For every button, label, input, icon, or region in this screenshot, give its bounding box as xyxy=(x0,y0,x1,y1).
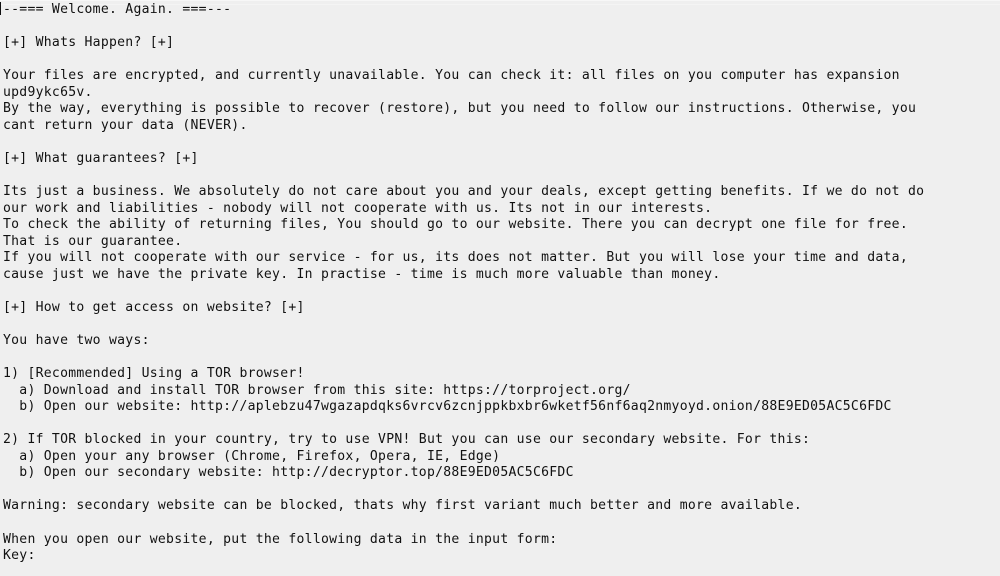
note-blank-line xyxy=(0,515,1000,532)
ransom-note-text[interactable]: --=== Welcome. Again. ===--- [+] Whats Ha… xyxy=(0,0,1000,565)
note-line: That is our guarantee. xyxy=(3,233,183,249)
note-line: upd9ykc65v. xyxy=(3,84,93,100)
note-line: To check the ability of returning files,… xyxy=(3,217,908,233)
note-blank-line xyxy=(0,416,1000,433)
note-line: a) Download and install TOR browser from… xyxy=(3,382,631,398)
note-line: Warning: secondary website can be blocke… xyxy=(3,498,803,514)
note-line: When you open our website, put the follo… xyxy=(3,531,558,547)
note-blank-line xyxy=(0,349,1000,366)
note-line: 1) [Recommended] Using a TOR browser! xyxy=(3,366,305,382)
note-blank-line xyxy=(0,19,1000,36)
note-line: b) Open our website: http://aplebzu47wga… xyxy=(3,399,892,415)
note-line: You have two ways: xyxy=(3,332,150,348)
note-line: [+] What guarantees? [+] xyxy=(3,150,199,166)
note-line: --=== Welcome. Again. ===--- xyxy=(0,2,1000,19)
note-line: cant return your data (NEVER). xyxy=(3,117,248,133)
note-line: Its just a business. We absolutely do no… xyxy=(3,184,925,200)
note-line: cause just we have the private key. In p… xyxy=(3,266,721,282)
note-line: 2) If TOR blocked in your country, try t… xyxy=(3,432,811,448)
note-line: [+] How to get access on website? [+] xyxy=(3,299,305,315)
text-caret xyxy=(0,2,1,15)
note-blank-line xyxy=(0,134,1000,151)
note-line: If you will not cooperate with our servi… xyxy=(3,250,908,266)
note-line: b) Open our secondary website: http://de… xyxy=(3,465,574,481)
note-line: a) Open your any browser (Chrome, Firefo… xyxy=(3,448,501,464)
note-blank-line xyxy=(0,283,1000,300)
note-blank-line xyxy=(0,482,1000,499)
note-blank-line xyxy=(0,316,1000,333)
note-line: Key: xyxy=(3,548,36,564)
note-line: By the way, everything is possible to re… xyxy=(3,101,917,117)
note-line: our work and liabilities - nobody will n… xyxy=(3,200,713,216)
note-line: [+] Whats Happen? [+] xyxy=(3,35,175,51)
note-blank-line xyxy=(0,167,1000,184)
note-line-text: --=== Welcome. Again. ===--- xyxy=(3,2,232,17)
note-line: Your files are encrypted, and currently … xyxy=(3,68,900,84)
note-blank-line xyxy=(0,52,1000,69)
